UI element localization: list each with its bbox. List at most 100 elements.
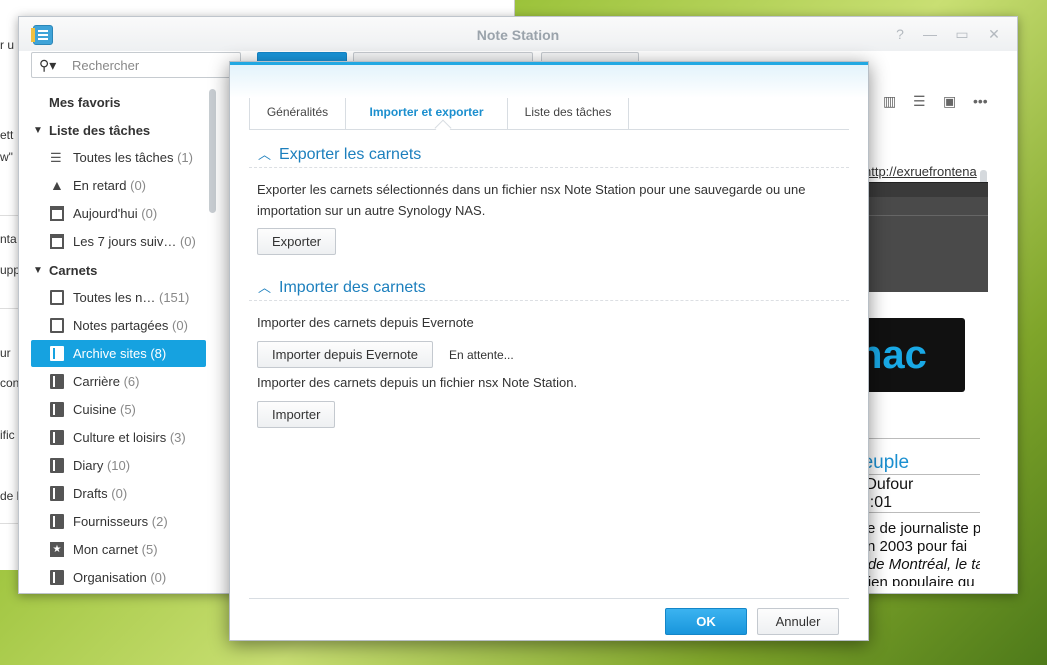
content-text: 18:01 <box>852 494 893 511</box>
image-icon[interactable]: ▣ <box>943 93 956 110</box>
chevron-up-icon[interactable]: ︿ <box>258 144 271 163</box>
window-title: Note Station <box>476 27 560 43</box>
sidebar-scrollbar[interactable] <box>209 89 216 213</box>
maximize-icon[interactable]: ▭ <box>953 25 971 43</box>
close-icon[interactable]: ✕ <box>985 25 1003 43</box>
export-button[interactable]: Exporter <box>257 228 337 255</box>
collapse-caret-icon[interactable]: ▼ <box>33 265 43 276</box>
tab-generalites[interactable]: Généralités <box>249 98 346 129</box>
help-icon[interactable]: ? <box>891 25 909 43</box>
dialog-tabs: Généralités Importer et exporter Liste d… <box>249 98 849 137</box>
sidebar-item-cuisine[interactable]: Cuisine (5) <box>31 396 206 423</box>
import-section-title[interactable]: ︿ Importer des carnets <box>258 277 426 297</box>
item-count: (0) <box>150 570 167 585</box>
bg-text-fragment: ett <box>0 128 14 142</box>
item-count: (6) <box>123 374 140 389</box>
sidebar-item-carriere[interactable]: Carrière (6) <box>31 368 206 395</box>
sidebar-item-organisation[interactable]: Organisation (0) <box>31 564 206 591</box>
sidebar-item-fournisseurs[interactable]: Fournisseurs (2) <box>31 508 206 535</box>
export-description: Exporter les carnets sélectionnés dans u… <box>257 182 806 218</box>
sidebar-item-drafts[interactable]: Drafts (0) <box>31 480 206 507</box>
checklist-icon[interactable]: ☰ <box>913 93 926 110</box>
item-count: (5) <box>119 402 136 417</box>
export-section-title[interactable]: ︿ Exporter les carnets <box>258 144 421 164</box>
content-divider <box>852 512 980 513</box>
shared-notes-icon <box>50 318 64 333</box>
sidebar-item-label: Toutes les tâches <box>73 150 174 165</box>
content-text: iste de journaliste p <box>852 520 980 537</box>
evernote-import-description: Importer des carnets depuis Evernote <box>257 315 474 330</box>
notebook-icon <box>50 374 64 389</box>
sidebar-item-all-notes[interactable]: Toutes les n… (151) <box>31 284 206 311</box>
warning-icon: ▲ <box>50 177 64 193</box>
sidebar-item-culture-loisirs[interactable]: Culture et loisirs (3) <box>31 424 206 451</box>
content-divider <box>852 474 980 475</box>
note-link[interactable]: http://exruefrontena <box>864 164 988 179</box>
collapse-caret-icon[interactable]: ▼ <box>33 125 43 136</box>
chevron-up-icon[interactable]: ︿ <box>258 277 271 296</box>
sidebar-item-all-tasks[interactable]: ☰ Toutes les tâches (1) <box>31 144 206 171</box>
content-text: juin 2003 pour fai <box>852 538 968 555</box>
search-icon[interactable]: ⚲▾ <box>39 57 57 75</box>
item-count: (0) <box>130 178 146 193</box>
sidebar-item-label: Notes partagées <box>73 318 169 333</box>
import-nsx-button[interactable]: Importer <box>257 401 336 428</box>
sidebar-item-today[interactable]: Aujourd'hui (0) <box>31 200 206 227</box>
content-text: peuple <box>852 452 910 473</box>
dialog-header[interactable] <box>230 62 868 98</box>
bg-divider <box>0 215 20 216</box>
sidebar-item-label: Aujourd'hui <box>73 206 138 221</box>
bg-text-fragment: ur <box>0 346 11 360</box>
favorites-header[interactable]: Mes favoris <box>49 95 121 110</box>
notebook-icon <box>50 514 64 529</box>
notebooks-header[interactable]: Carnets <box>49 263 97 278</box>
presentation-icon[interactable]: ▥ <box>883 93 896 110</box>
sidebar-item-label: Diary <box>73 458 104 473</box>
sidebar-item-mon-carnet[interactable]: ★ Mon carnet (5) <box>31 536 206 563</box>
import-title-text: Importer des carnets <box>279 279 426 296</box>
import-status: En attente... <box>449 348 514 362</box>
bg-text-fragment: w" <box>0 150 13 164</box>
settings-dialog: Généralités Importer et exporter Liste d… <box>229 61 869 641</box>
bg-divider <box>0 523 20 524</box>
calendar-week-icon <box>50 234 64 249</box>
more-icon[interactable]: ••• <box>973 93 988 109</box>
import-evernote-button[interactable]: Importer depuis Evernote <box>257 341 433 368</box>
nsx-import-description: Importer des carnets depuis un fichier n… <box>257 375 578 390</box>
content-text: e Dufour <box>852 476 914 493</box>
all-notes-icon <box>50 290 64 305</box>
item-count: (1) <box>177 150 193 165</box>
ok-button[interactable]: OK <box>665 608 747 635</box>
tab-liste-taches[interactable]: Liste des tâches <box>508 98 629 129</box>
notebook-icon <box>50 458 64 473</box>
sidebar: Mes favoris ▼ Liste des tâches ☰ Toutes … <box>19 87 223 592</box>
item-count: (8) <box>150 346 167 361</box>
minimize-icon[interactable]: — <box>921 25 939 43</box>
bg-divider <box>0 308 20 309</box>
sidebar-item-label: Cuisine <box>73 402 117 417</box>
sidebar-item-label: Fournisseurs <box>73 514 149 529</box>
sidebar-item-next-7-days[interactable]: Les 7 jours suiv… (0) <box>31 228 206 255</box>
bg-text-fragment: de l <box>0 489 20 503</box>
footer-divider <box>249 598 849 599</box>
sidebar-item-label: Les 7 jours suiv… <box>73 234 177 249</box>
content-divider <box>852 438 980 439</box>
content-text: tidien populaire qu <box>852 574 975 586</box>
tab-importer-exporter[interactable]: Importer et exporter <box>346 98 508 129</box>
cancel-button[interactable]: Annuler <box>757 608 839 635</box>
sidebar-item-shared-notes[interactable]: Notes partagées (0) <box>31 312 206 339</box>
search-box[interactable]: ⚲▾ <box>31 52 241 78</box>
sidebar-item-archive-sites[interactable]: Archive sites (8) <box>31 340 206 367</box>
embedded-page-header <box>852 182 988 292</box>
search-input[interactable] <box>72 56 232 74</box>
sidebar-item-label: Archive sites <box>73 346 147 361</box>
task-list-icon: ☰ <box>50 150 62 165</box>
tasks-header[interactable]: Liste des tâches <box>49 123 150 138</box>
sidebar-item-overdue[interactable]: ▲ En retard (0) <box>31 172 206 199</box>
title-bar[interactable]: Note Station ? — ▭ ✕ <box>19 17 1017 51</box>
item-count: (0) <box>179 234 196 249</box>
notebook-icon <box>50 486 64 501</box>
notebook-icon <box>50 346 64 361</box>
bg-text-fragment: ific <box>0 428 15 442</box>
sidebar-item-diary[interactable]: Diary (10) <box>31 452 206 479</box>
